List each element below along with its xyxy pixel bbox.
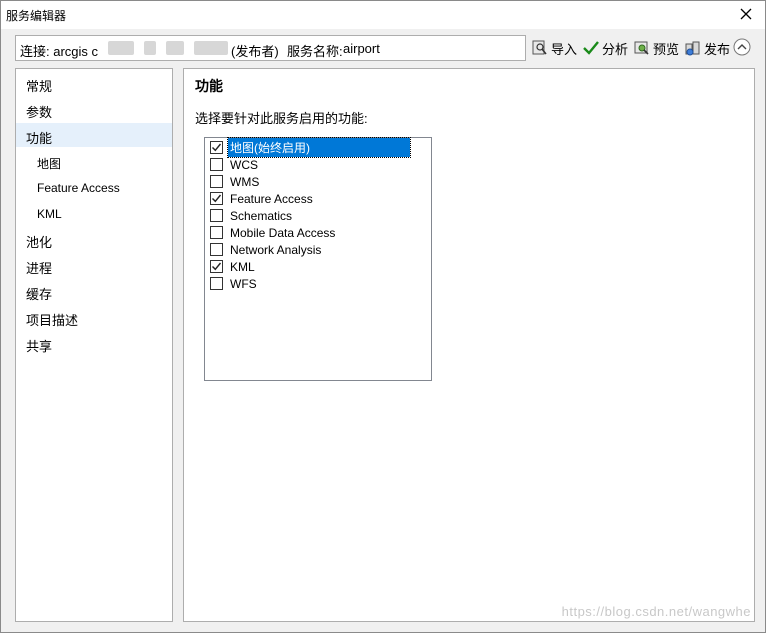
preview-button[interactable]: 预览 bbox=[633, 37, 679, 59]
redacted-block bbox=[108, 41, 134, 55]
nav-item-map[interactable]: 地图 bbox=[16, 149, 172, 173]
check-icon bbox=[212, 194, 222, 203]
instruction-text: 选择要针对此服务启用的功能: bbox=[195, 111, 368, 126]
capability-label: 地图(始终启用) bbox=[227, 137, 411, 158]
checkbox-unchecked[interactable] bbox=[210, 209, 223, 222]
capability-feature-access[interactable]: Feature Access bbox=[210, 190, 315, 207]
capability-label: KML bbox=[230, 259, 255, 274]
capability-wms[interactable]: WMS bbox=[210, 173, 261, 190]
capabilities-list[interactable]: 地图(始终启用) WCS WMS Feature Access Schemati… bbox=[204, 137, 432, 381]
capability-wcs[interactable]: WCS bbox=[210, 156, 260, 173]
publish-label: 发布 bbox=[704, 41, 731, 57]
nav-item-sharing[interactable]: 共享 bbox=[16, 331, 172, 355]
nav-item-parameters[interactable]: 参数 bbox=[16, 97, 172, 121]
publish-button[interactable]: 发布 bbox=[684, 37, 730, 59]
check-icon bbox=[212, 143, 222, 152]
checkbox-unchecked[interactable] bbox=[210, 226, 223, 239]
publish-icon bbox=[685, 41, 700, 56]
service-editor-window: 服务编辑器 连接: arcgis c (发布者) 服务名称: airport 导… bbox=[0, 0, 766, 633]
nav-item-general[interactable]: 常规 bbox=[16, 71, 172, 95]
nav-item-caching[interactable]: 缓存 bbox=[16, 279, 172, 303]
watermark: https://blog.csdn.net/wangwhe bbox=[561, 604, 751, 619]
service-name-label: 服务名称: bbox=[287, 44, 343, 59]
capability-label: WFS bbox=[230, 276, 257, 291]
redacted-block bbox=[194, 41, 228, 55]
checkbox-unchecked[interactable] bbox=[210, 158, 223, 171]
capability-label: Feature Access bbox=[230, 191, 313, 206]
checkbox-checked[interactable] bbox=[210, 141, 223, 154]
checkbox-checked[interactable] bbox=[210, 260, 223, 273]
checkbox-unchecked[interactable] bbox=[210, 243, 223, 256]
capability-kml[interactable]: KML bbox=[210, 258, 257, 275]
capabilities-panel: 功能 选择要针对此服务启用的功能: 地图(始终启用) WCS WMS Featu… bbox=[183, 68, 755, 622]
nav-item-pooling[interactable]: 池化 bbox=[16, 227, 172, 251]
capability-label: WMS bbox=[230, 174, 260, 189]
checkbox-unchecked[interactable] bbox=[210, 175, 223, 188]
nav-item-item-description[interactable]: 项目描述 bbox=[16, 305, 172, 329]
capability-mobile-data-access[interactable]: Mobile Data Access bbox=[210, 224, 337, 241]
service-name: airport bbox=[343, 41, 380, 56]
window-title: 服务编辑器 bbox=[6, 9, 67, 23]
capability-label: WCS bbox=[230, 157, 258, 172]
capability-network-analysis[interactable]: Network Analysis bbox=[210, 241, 323, 258]
nav-item-capabilities[interactable]: 功能 bbox=[16, 123, 172, 147]
checkmark-icon bbox=[583, 41, 599, 55]
connection-prefix: 连接: arcgis c bbox=[20, 44, 99, 59]
analyze-label: 分析 bbox=[602, 41, 629, 57]
capability-map[interactable]: 地图(始终启用) bbox=[210, 137, 411, 158]
nav-item-feature-access[interactable]: Feature Access bbox=[16, 175, 172, 199]
nav-item-processes[interactable]: 进程 bbox=[16, 253, 172, 277]
nav-item-kml[interactable]: KML bbox=[16, 201, 172, 225]
section-title: 功能 bbox=[195, 78, 223, 94]
connection-bar: 连接: arcgis c (发布者) 服务名称: airport bbox=[15, 35, 526, 61]
check-icon bbox=[212, 262, 222, 271]
title-bar: 服务编辑器 bbox=[1, 1, 765, 29]
capability-schematics[interactable]: Schematics bbox=[210, 207, 294, 224]
checkbox-checked[interactable] bbox=[210, 192, 223, 205]
connection-role: (发布者) bbox=[231, 44, 279, 59]
import-icon bbox=[532, 40, 547, 55]
checkbox-unchecked[interactable] bbox=[210, 277, 223, 290]
redacted-block bbox=[144, 41, 156, 55]
capability-label: Schematics bbox=[230, 208, 293, 223]
import-label: 导入 bbox=[551, 41, 578, 57]
close-icon[interactable] bbox=[735, 3, 757, 25]
collapse-up-icon[interactable] bbox=[733, 38, 751, 56]
redacted-block bbox=[166, 41, 184, 55]
capability-label: Network Analysis bbox=[230, 242, 322, 257]
nav-pane: 常规 参数 功能 地图 Feature Access KML 池化 进程 缓存 … bbox=[15, 68, 173, 622]
capability-label: Mobile Data Access bbox=[230, 225, 336, 240]
import-button[interactable]: 导入 bbox=[531, 37, 577, 59]
capability-wfs[interactable]: WFS bbox=[210, 275, 259, 292]
preview-icon bbox=[634, 41, 649, 55]
analyze-button[interactable]: 分析 bbox=[582, 37, 628, 59]
preview-label: 预览 bbox=[653, 41, 680, 57]
